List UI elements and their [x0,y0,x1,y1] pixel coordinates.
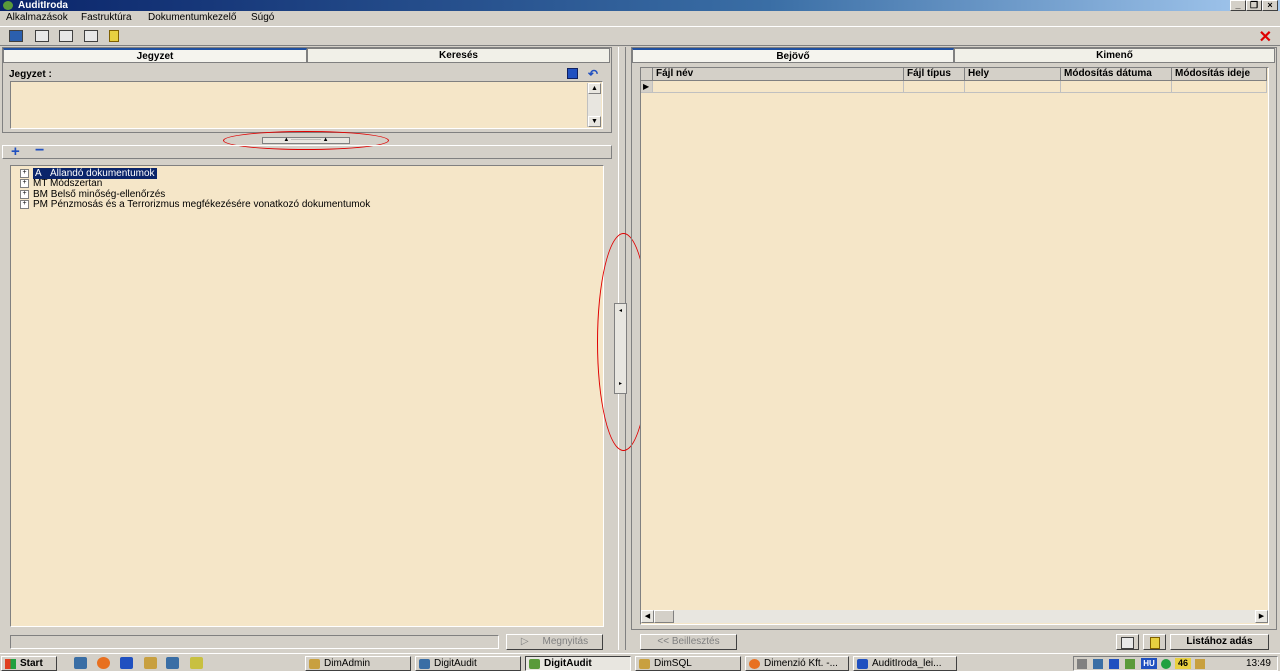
taskbar-item-firefox[interactable]: Dimenzió Kft. -... [745,656,849,671]
open-button-label: Megnyitás [542,636,589,647]
tree-code: MT [33,178,48,189]
toolbar: ✕ [0,26,1280,46]
tree-item-mt[interactable]: + MT Módszertan [20,178,102,189]
status-field [10,635,499,649]
menu-alkalmazasok[interactable]: Alkalmazások [6,12,68,23]
network-icon[interactable] [1093,659,1103,669]
tree-item-pm[interactable]: + PM Pénzmosás és a Terrorizmus megfékezé… [20,199,370,210]
expand-icon[interactable]: + [20,168,29,178]
taskbar-label: Dimenzió Kft. -... [764,658,838,669]
window-title: AuditIroda [18,0,68,11]
grid-cell[interactable] [653,81,904,93]
column-header-file-type[interactable]: Fájl típus [904,68,965,81]
volume-icon[interactable] [1077,659,1087,669]
monitor-quicklaunch-icon[interactable] [166,657,179,669]
media-icon[interactable] [1109,659,1119,669]
column-header-location[interactable]: Hely [965,68,1061,81]
menu-fastruktura[interactable]: Fastruktúra [81,12,132,23]
save-icon[interactable] [567,68,578,79]
tab-bejovo[interactable]: Bejövő [632,48,954,63]
tree-label: Módszertan [50,178,103,189]
note-textarea[interactable]: ▲ ▼ [10,81,603,129]
tree-folder-icon[interactable] [109,30,119,42]
scroll-up-icon[interactable]: ▲ [588,83,601,94]
taskbar-label: AuditIroda_lei... [872,658,942,669]
scroll-right-icon[interactable]: ▶ [1255,610,1268,623]
scroll-left-icon[interactable]: ◀ [641,610,654,623]
tree-code: PM [33,199,48,210]
tree-toolbar: + − [2,142,612,160]
taskbar-label: DimSQL [654,658,692,669]
tray-badge[interactable]: 46 [1175,658,1191,669]
scroll-thumb[interactable] [654,610,674,623]
column-header-file-name[interactable]: Fájl név [653,68,904,81]
column-header-mod-date[interactable]: Módosítás dátuma [1061,68,1172,81]
tree-list-icon[interactable] [1143,634,1166,650]
expand-all-icon[interactable]: + [11,143,20,160]
row-indicator-icon: ▶ [641,81,653,93]
minimize-button[interactable]: _ [1230,0,1246,11]
grid-cell[interactable] [1061,81,1172,93]
tab-kereses[interactable]: Keresés [307,48,610,63]
file-grid [640,67,1269,625]
title-bar: AuditIroda _ ❐ × [0,0,1280,11]
tab-kimeno[interactable]: Kimenő [954,48,1275,63]
close-window-button[interactable]: × [1262,0,1278,11]
scroll-down-icon[interactable]: ▼ [588,116,601,127]
menu-bar: Alkalmazások Fastruktúra Dokumentumkezel… [0,11,1280,25]
tray-tool-icon[interactable] [1195,659,1205,669]
taskbar-item-dimadmin[interactable]: DimAdmin [305,656,411,671]
taskbar-label: DigitAudit [434,658,477,669]
system-tray: HU 46 13:49 [1073,656,1278,671]
expand-icon[interactable]: + [20,199,29,209]
note-label: Jegyzet : [9,69,52,80]
taskbar-item-digitaudit-2[interactable]: DigitAudit [525,656,631,671]
open-button[interactable]: ▷ Megnyitás [506,634,603,650]
grid-corner [641,68,653,81]
collapse-all-icon[interactable]: − [35,142,44,160]
monitor-icon[interactable] [9,30,23,42]
add-to-list-button[interactable]: Listához adás [1170,634,1269,650]
horizontal-scrollbar[interactable]: ◀ ▶ [641,610,1268,623]
taskbar-item-digitaudit-1[interactable]: DigitAudit [415,656,521,671]
grid-cell[interactable] [1172,81,1267,93]
windows-logo-icon [5,659,16,669]
note-scrollbar[interactable]: ▲ ▼ [587,83,601,127]
grid-cell[interactable] [965,81,1061,93]
clock: 13:49 [1245,658,1271,669]
document-list-icon[interactable] [59,30,73,42]
undo-icon[interactable]: ↶ [588,67,598,81]
document-export-icon[interactable] [84,30,98,42]
show-desktop-icon[interactable] [74,657,87,669]
grid-cell[interactable] [904,81,965,93]
expand-icon[interactable]: + [20,178,29,188]
menu-sugo[interactable]: Súgó [251,12,274,23]
tree-label: Pénzmosás és a Terrorizmus megfékezésére… [50,199,371,210]
add-files-icon[interactable] [1116,634,1139,650]
tab-jegyzet[interactable]: Jegyzet [3,48,307,63]
start-label: Start [20,658,43,669]
start-button[interactable]: Start [1,656,57,671]
antivirus-icon[interactable] [1161,659,1171,669]
calculator-icon[interactable] [35,30,49,42]
firefox-icon[interactable] [97,657,110,669]
taskbar-label: DimAdmin [324,658,371,669]
quicklaunch-app-icon[interactable] [144,657,157,669]
language-indicator[interactable]: HU [1141,658,1157,669]
document-tree [10,165,604,627]
taskbar-item-dimsql[interactable]: DimSQL [635,656,741,671]
quicklaunch-tool-icon[interactable] [190,657,203,669]
column-header-mod-time[interactable]: Módosítás ideje [1172,68,1267,81]
close-icon[interactable]: ✕ [1259,27,1272,47]
save-quicklaunch-icon[interactable] [120,657,133,669]
tray-app-icon[interactable] [1125,659,1135,669]
menu-dokumentumkezelo[interactable]: Dokumentumkezelő [148,12,236,23]
restore-button[interactable]: ❐ [1246,0,1262,11]
paste-button[interactable]: << Beillesztés [640,634,737,650]
taskbar-label: DigitAudit [544,658,592,669]
expand-icon[interactable]: + [20,189,29,199]
taskbar-item-word[interactable]: AuditIroda_lei... [853,656,957,671]
taskbar: Start DimAdmin DigitAudit DigitAudit Dim… [0,653,1280,671]
app-icon [3,1,13,10]
